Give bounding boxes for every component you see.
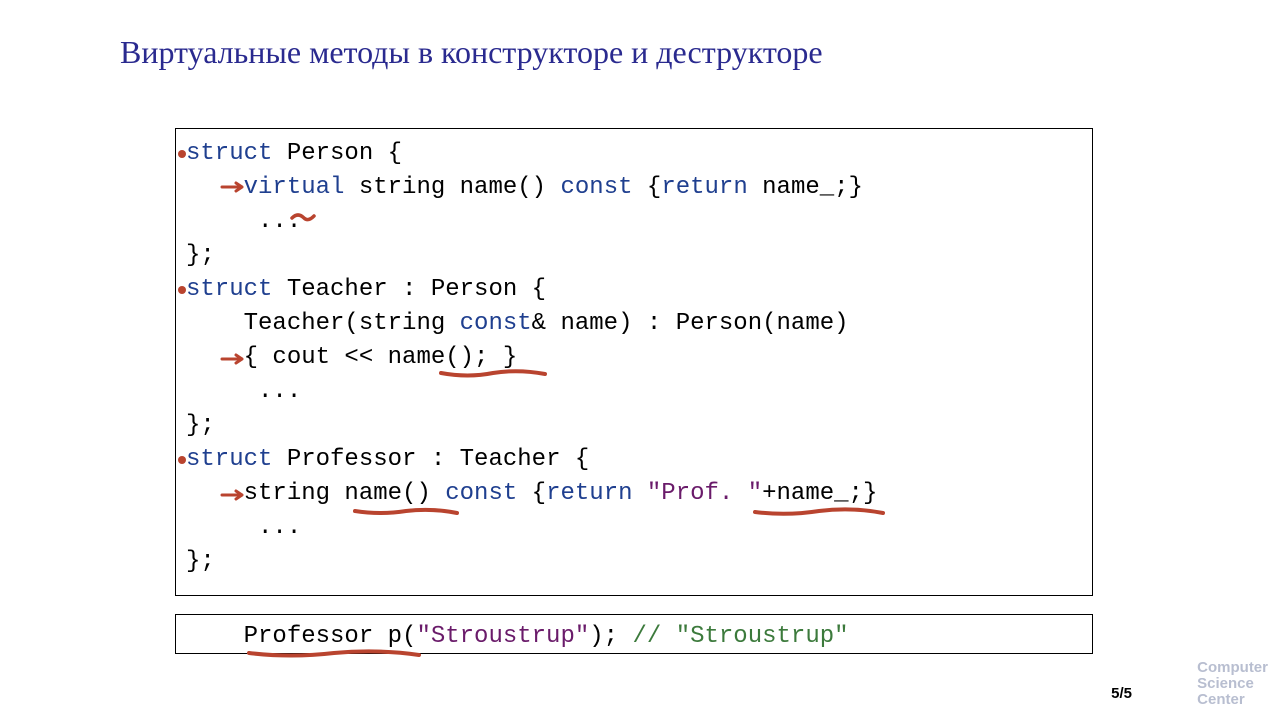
logo-line: Center [1197,692,1268,708]
code-box-main: struct Person { virtual string name() co… [175,128,1093,596]
code-box-usage: Professor p("Stroustrup"); // "Stroustru… [175,614,1093,654]
code-main: struct Person { virtual string name() co… [176,129,1092,585]
brand-logo: Computer Science Center [1197,660,1268,708]
slide-title: Виртуальные методы в конструкторе и дест… [120,34,823,71]
page-number: 5/5 [1111,685,1132,702]
logo-line: Computer [1197,660,1268,676]
code-usage: Professor p("Stroustrup"); // "Stroustru… [176,615,1092,659]
logo-line: Science [1197,676,1268,692]
